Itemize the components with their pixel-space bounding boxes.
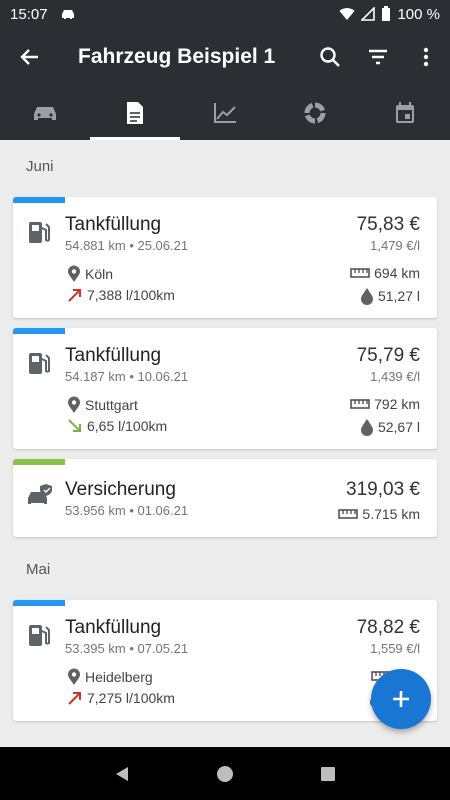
- entry-price: 75,83 €: [356, 214, 420, 235]
- nav-recents-icon[interactable]: [319, 765, 337, 783]
- entry-location: Köln: [67, 265, 113, 283]
- entry-distance: 792 km: [350, 396, 420, 412]
- ruler-icon: [350, 268, 370, 278]
- location-name: Stuttgart: [85, 397, 138, 413]
- tab-statistics[interactable]: [180, 86, 270, 140]
- drop-icon: [360, 419, 373, 436]
- distance-value: 792 km: [374, 396, 420, 412]
- entry-unit-price: 1,439 €/l: [370, 369, 420, 384]
- wifi-icon: [339, 8, 355, 20]
- entry-meta: 53.395 km • 07.05.21: [65, 641, 189, 656]
- entry-meta: 54.881 km • 25.06.21: [65, 238, 189, 253]
- location-name: Heidelberg: [85, 669, 153, 685]
- tab-vehicle[interactable]: [0, 86, 90, 140]
- chart-icon: [214, 103, 236, 123]
- more-vert-icon: [423, 47, 429, 67]
- signal-icon: [361, 7, 376, 21]
- entry-card[interactable]: Tankfüllung 54.881 km • 25.06.21 75,83 €…: [13, 197, 437, 318]
- battery-icon: [382, 6, 391, 21]
- calendar-icon: [396, 102, 414, 123]
- nav-home-icon[interactable]: [216, 765, 234, 783]
- location-pin-icon: [68, 265, 80, 282]
- app-bar: Fahrzeug Beispiel 1: [0, 28, 450, 86]
- volume-value: 51,27 l: [377, 288, 420, 304]
- entry-location: Stuttgart: [67, 396, 138, 414]
- location-name: Köln: [85, 266, 114, 282]
- ruler-icon: [338, 509, 359, 519]
- entry-card[interactable]: Versicherung 53.956 km • 01.06.21 319,03…: [13, 459, 437, 537]
- entry-consumption: 7,275 l/100km: [67, 690, 175, 706]
- consumption-value: 7,388 l/100km: [87, 287, 175, 303]
- entry-volume: 52,67 l: [360, 418, 420, 436]
- ruler-icon: [350, 399, 370, 409]
- entry-meta: 53.956 km • 01.06.21: [65, 503, 189, 518]
- filter-button[interactable]: [354, 28, 402, 86]
- entry-consumption: 7,388 l/100km: [67, 287, 175, 303]
- entry-title: Tankfüllung: [65, 617, 162, 638]
- drop-icon: [360, 288, 373, 305]
- entry-unit-price: 1,559 €/l: [370, 641, 420, 656]
- tab-calendar[interactable]: [360, 86, 450, 140]
- back-button[interactable]: [0, 28, 60, 86]
- tab-costs[interactable]: [270, 86, 360, 140]
- entry-volume: 51,27 l: [360, 287, 420, 305]
- entry-unit-price: 1,479 €/l: [370, 238, 420, 253]
- filter-icon: [369, 49, 387, 65]
- entries-list[interactable]: Juni Tankfüllung 54.881 km • 25.06.21 75…: [0, 140, 450, 747]
- tab-bar: [0, 86, 450, 140]
- distance-value: 694 km: [374, 265, 420, 281]
- plus-icon: [393, 691, 409, 707]
- battery-level: 100 %: [397, 5, 440, 23]
- fuel-accent: [13, 600, 65, 606]
- entry-price: 78,82 €: [356, 617, 420, 638]
- trend-down-icon: [68, 419, 81, 432]
- nav-back-icon[interactable]: [113, 765, 131, 783]
- entry-price: 319,03 €: [346, 479, 420, 500]
- location-pin-icon: [68, 396, 80, 413]
- location-pin-icon: [68, 668, 80, 685]
- fuel-accent: [13, 197, 65, 203]
- trend-up-icon: [68, 692, 81, 705]
- more-options-button[interactable]: [402, 28, 450, 86]
- consumption-value: 7,275 l/100km: [87, 690, 175, 706]
- search-button[interactable]: [306, 28, 354, 86]
- insured-car-icon: [28, 484, 52, 504]
- document-icon: [127, 102, 143, 124]
- entry-consumption: 6,65 l/100km: [67, 418, 167, 434]
- entry-title: Tankfüllung: [65, 345, 162, 366]
- system-navigation-bar: [0, 747, 450, 800]
- fuel-accent: [13, 328, 65, 334]
- car-icon: [34, 107, 56, 120]
- entry-distance: 5.715 km: [338, 506, 420, 522]
- entry-distance: 694 km: [350, 265, 420, 281]
- fuel-pump-icon: [29, 222, 50, 243]
- volume-value: 52,67 l: [377, 419, 420, 435]
- status-time: 15:07: [10, 5, 48, 23]
- distance-value: 5.715 km: [362, 506, 420, 522]
- entry-price: 75,79 €: [356, 345, 420, 366]
- trend-up-icon: [68, 289, 81, 302]
- page-title: Fahrzeug Beispiel 1: [78, 45, 276, 68]
- add-entry-button[interactable]: [371, 669, 431, 729]
- section-header-may: Mai: [26, 561, 51, 578]
- entry-meta: 54.187 km • 10.06.21: [65, 369, 189, 384]
- donut-icon: [304, 102, 326, 124]
- entry-title: Versicherung: [65, 479, 176, 500]
- status-bar: 15:07 100 %: [0, 0, 450, 28]
- car-notification-icon: [61, 10, 74, 19]
- consumption-value: 6,65 l/100km: [87, 418, 168, 434]
- fuel-pump-icon: [29, 353, 50, 374]
- entry-location: Heidelberg: [67, 668, 153, 686]
- tab-entries[interactable]: [90, 86, 180, 140]
- entry-title: Tankfüllung: [65, 214, 162, 235]
- arrow-back-icon: [20, 49, 38, 65]
- entry-card[interactable]: Tankfüllung 54.187 km • 10.06.21 75,79 €…: [13, 328, 437, 449]
- section-header-june: Juni: [26, 158, 54, 175]
- search-icon: [320, 47, 340, 67]
- insurance-accent: [13, 459, 65, 465]
- fuel-pump-icon: [29, 625, 50, 646]
